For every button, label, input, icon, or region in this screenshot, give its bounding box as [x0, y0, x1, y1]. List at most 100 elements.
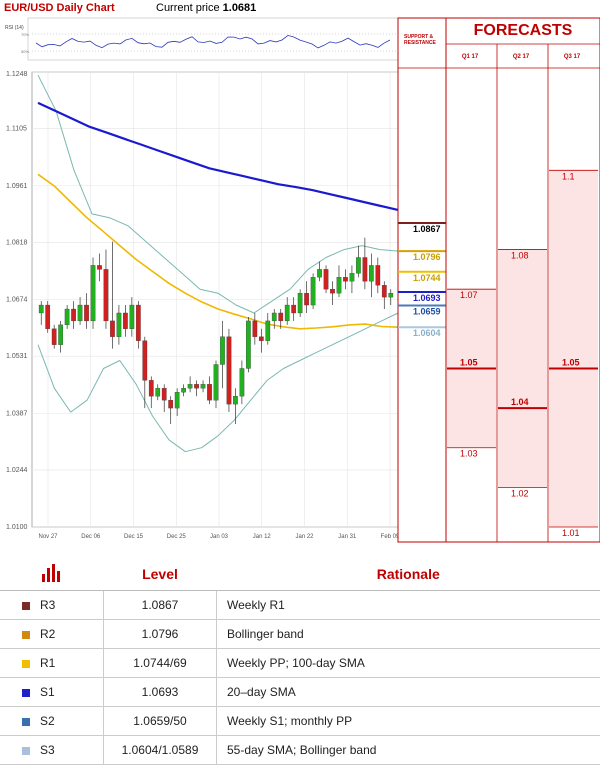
forecast-col-q1: Q1 17 — [446, 54, 494, 60]
forecast-value-label: 1.1 — [562, 171, 575, 181]
row-level: 1.0867 — [104, 591, 217, 620]
x-tick-label: Jan 22 — [295, 534, 314, 540]
rsi-level-70: 70% — [21, 32, 29, 37]
y-tick-label: 1.0244 — [6, 467, 28, 474]
row-level: 1.0604/1.0589 — [104, 736, 217, 765]
candle-body — [65, 309, 69, 325]
row-level: 1.0744/69 — [104, 649, 217, 678]
y-tick-label: 1.0100 — [6, 524, 28, 531]
candle-body — [149, 380, 153, 396]
table-row: S3 1.0604/1.0589 55-day SMA; Bollinger b… — [0, 736, 600, 765]
forecast-value-label: 1.04 — [511, 397, 529, 407]
candle-body — [337, 277, 341, 293]
candle-body — [194, 384, 198, 388]
row-level: 1.0659/50 — [104, 707, 217, 736]
candle-body — [104, 269, 108, 321]
x-tick-label: Dec 06 — [81, 534, 101, 540]
y-tick-label: 1.0531 — [6, 353, 28, 360]
candle-body — [266, 321, 270, 341]
table-row: R3 1.0867 Weekly R1 — [0, 591, 600, 620]
candle-body — [78, 305, 82, 321]
forecast-range-bar — [549, 170, 598, 527]
candle-body — [285, 305, 289, 321]
swatch-s1 — [22, 689, 30, 697]
swatch-s2 — [22, 718, 30, 726]
rsi-label: RSI (14) — [5, 25, 24, 31]
sr-level-label: 1.0693 — [413, 293, 441, 303]
forecast-value-label: 1.05 — [460, 357, 478, 367]
candle-body — [246, 321, 250, 369]
main-chart-canvas: RSI (14)70%50%1.12481.11051.09611.08181.… — [0, 0, 600, 550]
forecast-range-bar — [498, 250, 547, 488]
candle-body — [343, 277, 347, 281]
table-row: R1 1.0744/69 Weekly PP; 100-day SMA — [0, 649, 600, 678]
candle-body — [253, 321, 257, 337]
y-tick-label: 1.0674 — [6, 297, 28, 304]
table-row: R2 1.0796 Bollinger band — [0, 620, 600, 649]
support-resistance-title: SUPPORT & RESISTANCE — [404, 34, 446, 46]
candle-body — [214, 365, 218, 401]
table-row: S2 1.0659/50 Weekly S1; monthly PP — [0, 707, 600, 736]
x-tick-label: Jan 12 — [253, 534, 272, 540]
row-rationale: Weekly R1 — [217, 591, 600, 620]
candle-body — [168, 400, 172, 408]
x-tick-label: Nov 27 — [38, 534, 58, 540]
price-label: Current price — [156, 2, 220, 14]
candle-body — [220, 337, 224, 365]
forecast-value-label: 1.02 — [511, 488, 529, 498]
candle-body — [156, 388, 160, 396]
current-price: Current price 1.0681 — [156, 2, 256, 14]
row-name-cell: S3 — [0, 736, 104, 765]
row-level: 1.0796 — [104, 620, 217, 649]
row-rationale: Bollinger band — [217, 620, 600, 649]
candle-body — [117, 313, 121, 337]
candle-body — [311, 277, 315, 305]
row-name-cell: S1 — [0, 678, 104, 707]
candle-body — [84, 305, 88, 321]
candle-body — [188, 384, 192, 388]
candle-body — [201, 384, 205, 388]
candle-body — [207, 384, 211, 400]
x-tick-label: Dec 15 — [124, 534, 144, 540]
rsi-level-50: 50% — [21, 49, 29, 54]
y-tick-label: 1.0387 — [6, 410, 28, 417]
candle-body — [389, 293, 393, 297]
row-name-cell: S2 — [0, 707, 104, 736]
candle-body — [52, 329, 56, 345]
forecast-col-q2: Q2 17 — [497, 54, 545, 60]
y-tick-label: 1.0818 — [6, 239, 28, 246]
x-tick-label: Jan 31 — [338, 534, 357, 540]
sr-level-label: 1.0796 — [413, 252, 441, 262]
candle-body — [227, 337, 231, 404]
candle-body — [233, 396, 237, 404]
candle-body — [181, 388, 185, 392]
candle-body — [39, 305, 43, 313]
candle-body — [91, 265, 95, 320]
forecasts-title: FORECASTS — [446, 22, 600, 40]
forecast-col-q3: Q3 17 — [548, 54, 596, 60]
candle-body — [175, 392, 179, 408]
forecast-value-label: 1.05 — [562, 357, 580, 367]
sr-level-label: 1.0867 — [413, 224, 441, 234]
candle-body — [279, 313, 283, 321]
row-rationale: 55-day SMA; Bollinger band — [217, 736, 600, 765]
chart-title: EUR/USD Daily Chart — [4, 2, 115, 14]
candle-body — [369, 265, 373, 281]
row-name-cell: R1 — [0, 649, 104, 678]
swatch-s3 — [22, 747, 30, 755]
row-rationale: Weekly PP; 100-day SMA — [217, 649, 600, 678]
x-tick-label: Jan 03 — [210, 534, 229, 540]
row-level: 1.0693 — [104, 678, 217, 707]
table-row: S1 1.0693 20–day SMA — [0, 678, 600, 707]
candle-body — [46, 305, 50, 329]
chart-page: RSI (14)70%50%1.12481.11051.09611.08181.… — [0, 0, 600, 744]
swatch-r2 — [22, 631, 30, 639]
level-header: Level — [104, 558, 217, 591]
candle-body — [97, 265, 101, 269]
candle-body — [350, 273, 354, 281]
sr-level-label: 1.0659 — [413, 306, 441, 316]
levels-table-header: Level Rationale — [0, 558, 600, 591]
y-tick-label: 1.1248 — [6, 71, 28, 78]
forecast-value-label: 1.07 — [460, 290, 478, 300]
forecast-value-label: 1.01 — [562, 528, 580, 538]
